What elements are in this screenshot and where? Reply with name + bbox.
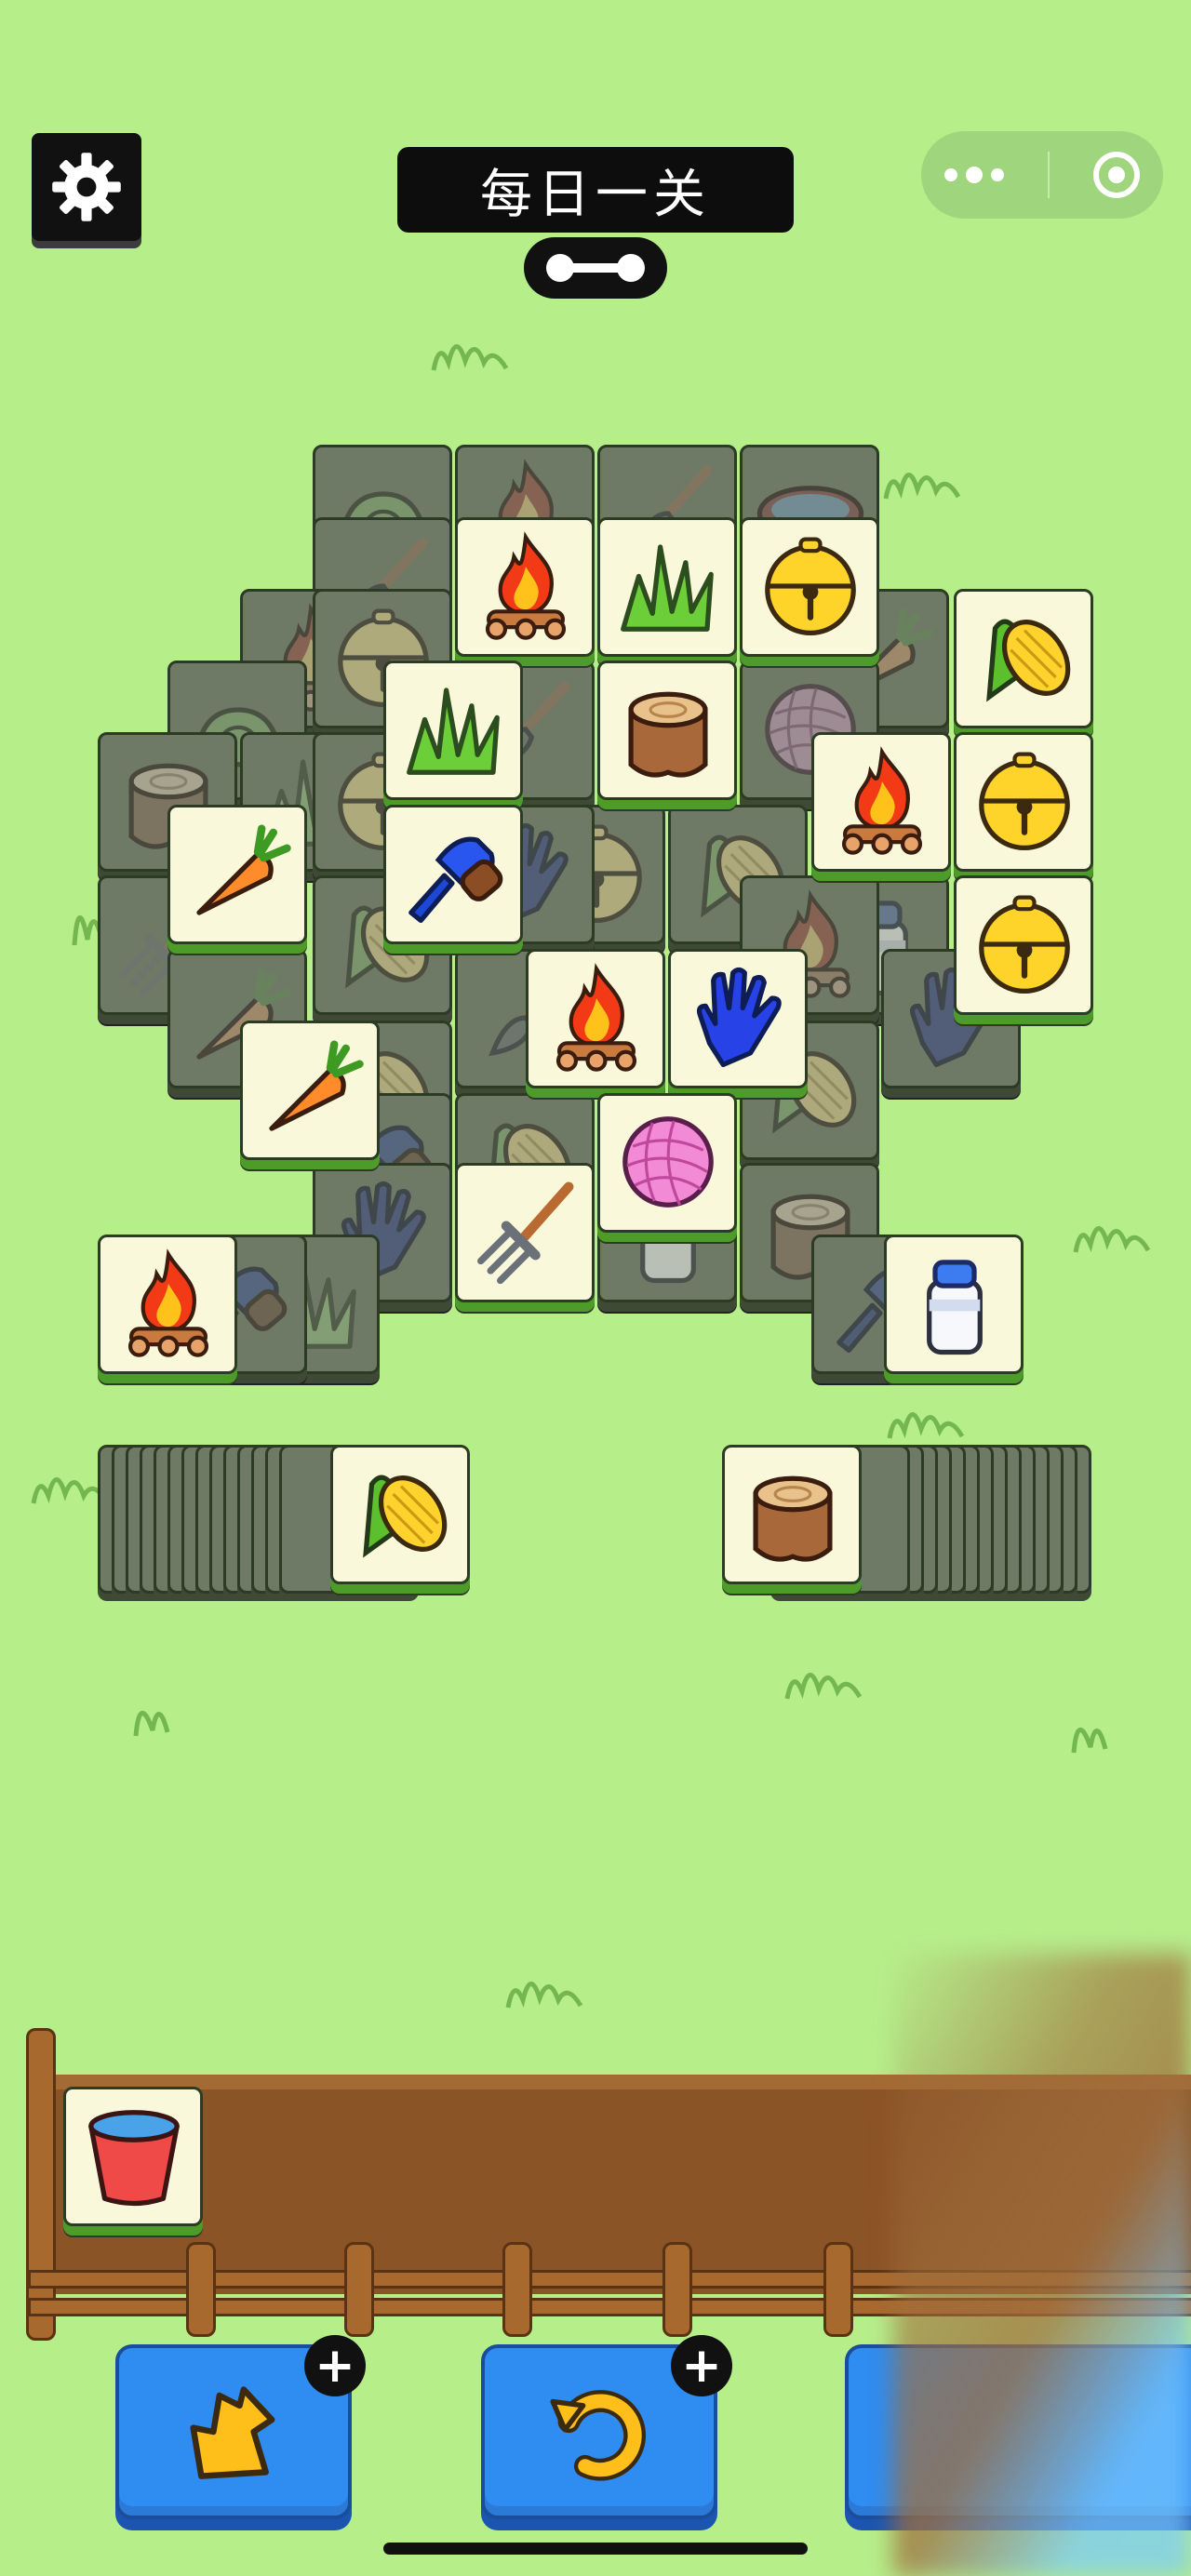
bucket-icon <box>75 2097 193 2214</box>
fence-post <box>26 2028 56 2341</box>
tile-carrot[interactable] <box>167 805 307 944</box>
stack-top-tile-stump[interactable] <box>722 1445 862 1584</box>
milk-bottle-icon <box>896 1245 1013 1362</box>
grass-decoration <box>1071 1727 1108 1754</box>
tile-bell[interactable] <box>954 875 1093 1015</box>
tile-glove[interactable] <box>668 949 808 1088</box>
grass-decoration <box>784 1673 863 1700</box>
fence-post <box>186 2242 216 2337</box>
stump-icon <box>609 671 727 788</box>
stack-top-tile-corn[interactable] <box>330 1445 470 1584</box>
fence-post <box>344 2242 374 2337</box>
tile-milk-bottle[interactable] <box>884 1235 1024 1374</box>
grass-decoration <box>883 473 961 500</box>
corn-icon <box>966 599 1083 716</box>
progress-link-icon <box>546 254 645 282</box>
shuffle-add-badge[interactable]: + <box>304 2335 366 2396</box>
campfire-icon <box>538 959 655 1076</box>
carrot-icon <box>180 815 297 932</box>
campfire-icon <box>467 527 584 645</box>
close-target-icon[interactable] <box>1091 149 1143 201</box>
tile-grass[interactable] <box>383 661 523 800</box>
campfire-icon <box>823 742 941 860</box>
gear-icon <box>52 153 121 221</box>
progress-indicator <box>524 237 667 299</box>
grass-decoration <box>431 344 509 371</box>
corn-icon <box>342 1455 460 1572</box>
fence-post <box>662 2242 692 2337</box>
bell-icon <box>966 886 1083 1003</box>
grass-decoration <box>1073 1226 1151 1253</box>
tile-bell[interactable] <box>954 732 1093 872</box>
tile-grass[interactable] <box>597 517 737 657</box>
yarn-icon <box>609 1103 727 1221</box>
tile-yarn[interactable] <box>597 1093 737 1233</box>
tile-campfire[interactable] <box>526 949 665 1088</box>
grass-decoration <box>505 1982 583 2009</box>
brush-icon <box>395 815 513 932</box>
tray-slot-bucket <box>63 2087 203 2226</box>
grass-decoration <box>887 1412 965 1439</box>
undo-icon <box>550 2390 646 2481</box>
glove-icon <box>680 959 797 1076</box>
fence-post <box>823 2242 853 2337</box>
level-title: 每日一关 <box>397 147 794 233</box>
grass-decoration <box>133 1710 170 1737</box>
capsule-divider <box>1048 152 1050 198</box>
tile-bell[interactable] <box>740 517 879 657</box>
mini-program-capsule <box>921 131 1163 219</box>
undo-add-badge[interactable]: + <box>671 2335 732 2396</box>
tile-brush[interactable] <box>383 805 523 944</box>
stump-icon <box>734 1455 851 1572</box>
motion-blur-overlay <box>893 1954 1191 2576</box>
bell-icon <box>752 527 869 645</box>
fence-post <box>502 2242 532 2337</box>
carrot-icon <box>252 1031 369 1148</box>
bell-icon <box>966 742 1083 860</box>
settings-button[interactable] <box>32 133 141 241</box>
tile-corn[interactable] <box>954 589 1093 728</box>
tile-rake[interactable] <box>455 1163 595 1302</box>
tile-stump[interactable] <box>597 661 737 800</box>
tile-carrot[interactable] <box>240 1021 380 1160</box>
level-title-text: 每日一关 <box>480 164 711 225</box>
tile-campfire[interactable] <box>455 517 595 657</box>
grass-icon <box>609 527 727 645</box>
home-indicator <box>383 2543 808 2555</box>
more-dots-icon[interactable] <box>942 166 1007 184</box>
tile-campfire[interactable] <box>98 1235 237 1374</box>
grass-icon <box>395 671 513 788</box>
shuffle-arrow-icon <box>190 2386 275 2479</box>
rake-icon <box>467 1173 584 1290</box>
campfire-icon <box>110 1245 227 1362</box>
tile-campfire[interactable] <box>811 732 951 872</box>
